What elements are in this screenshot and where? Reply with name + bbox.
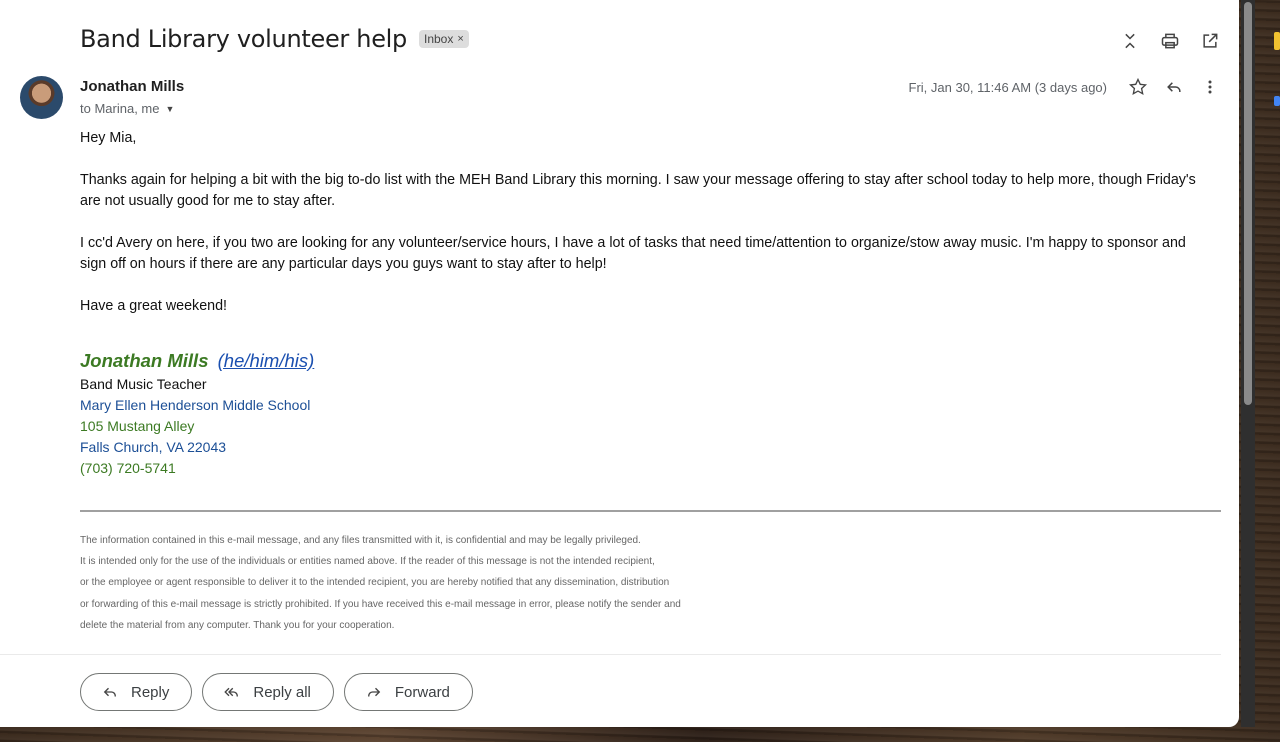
recipients-line: to Marina, me ▼ <box>80 101 174 116</box>
label-text: Inbox <box>424 32 454 46</box>
disclaimer-line: or forwarding of this e-mail message is … <box>80 598 681 610</box>
signature-name-row: Jonathan Mills (he/him/his) <box>80 350 314 371</box>
remove-label-icon[interactable]: × <box>457 33 463 45</box>
sender-avatar[interactable] <box>20 76 63 119</box>
chevron-down-icon[interactable]: ▼ <box>165 104 174 114</box>
forward-icon <box>367 687 381 697</box>
message-body: Hey Mia, Thanks again for helping a bit … <box>80 128 1215 338</box>
inbox-label-chip[interactable]: Inbox × <box>419 30 469 48</box>
signature-school: Mary Ellen Henderson Middle School <box>80 397 311 413</box>
confidentiality-disclaimer: The information contained in this e-mail… <box>80 530 681 636</box>
recipients-text: to Marina, me <box>80 101 160 116</box>
signature-street: 105 Mustang Alley <box>80 418 195 434</box>
greeting: Hey Mia, <box>80 130 137 146</box>
signature-title: Band Music Teacher <box>80 376 207 392</box>
signature-block: Jonathan Mills (he/him/his) Band Music T… <box>80 350 314 479</box>
body-paragraph: Thanks again for helping a bit with the … <box>80 172 1196 209</box>
email-subject: Band Library volunteer help <box>80 25 407 53</box>
reply-all-button[interactable]: Reply all <box>202 673 334 711</box>
message-meta: Fri, Jan 30, 11:46 AM (3 days ago) <box>909 76 1221 98</box>
reply-all-icon <box>224 687 239 697</box>
thread-actions <box>1119 30 1221 52</box>
reply-label: Reply <box>131 683 170 701</box>
body-paragraph: I cc'd Avery on here, if you two are loo… <box>80 235 1186 272</box>
disclaimer-line: The information contained in this e-mail… <box>80 535 641 546</box>
message-timestamp: Fri, Jan 30, 11:46 AM (3 days ago) <box>908 79 1107 95</box>
collapse-all-icon[interactable] <box>1119 30 1141 52</box>
scrollbar[interactable] <box>1241 0 1255 727</box>
disclaimer-line: delete the material from any computer. T… <box>80 619 395 631</box>
reply-all-label: Reply all <box>253 683 311 701</box>
open-in-new-window-icon[interactable] <box>1199 30 1221 52</box>
message-divider <box>0 654 1221 655</box>
reply-actions: Reply Reply all Forward <box>80 673 473 711</box>
forward-button[interactable]: Forward <box>343 673 473 711</box>
signature-city: Falls Church, VA 22043 <box>80 439 227 455</box>
star-icon[interactable] <box>1127 76 1149 98</box>
scrollbar-thumb[interactable] <box>1244 2 1252 405</box>
more-vert-icon[interactable] <box>1199 76 1221 98</box>
edge-mark <box>1274 32 1280 50</box>
print-icon[interactable] <box>1159 30 1181 52</box>
edge-mark <box>1274 96 1280 106</box>
reply-icon[interactable] <box>1163 76 1185 98</box>
disclaimer-line: It is intended only for the use of the i… <box>80 556 655 568</box>
reply-icon <box>103 687 116 697</box>
pronouns-link[interactable]: (he/him/his) <box>218 350 315 371</box>
email-window: Band Library volunteer help Inbox × Jona… <box>0 0 1239 727</box>
background-window-edge <box>1256 0 1280 742</box>
subject-row: Band Library volunteer help Inbox × <box>80 25 469 53</box>
reply-button[interactable]: Reply <box>80 673 193 711</box>
sender-name[interactable]: Jonathan Mills <box>80 78 184 95</box>
signature-phone: (703) 720-5741 <box>80 460 176 476</box>
signature-divider <box>80 510 1221 512</box>
signature-name: Jonathan Mills <box>80 350 209 371</box>
disclaimer-line: or the employee or agent responsible to … <box>80 577 670 589</box>
closing: Have a great weekend! <box>80 298 228 314</box>
forward-label: Forward <box>394 683 450 701</box>
